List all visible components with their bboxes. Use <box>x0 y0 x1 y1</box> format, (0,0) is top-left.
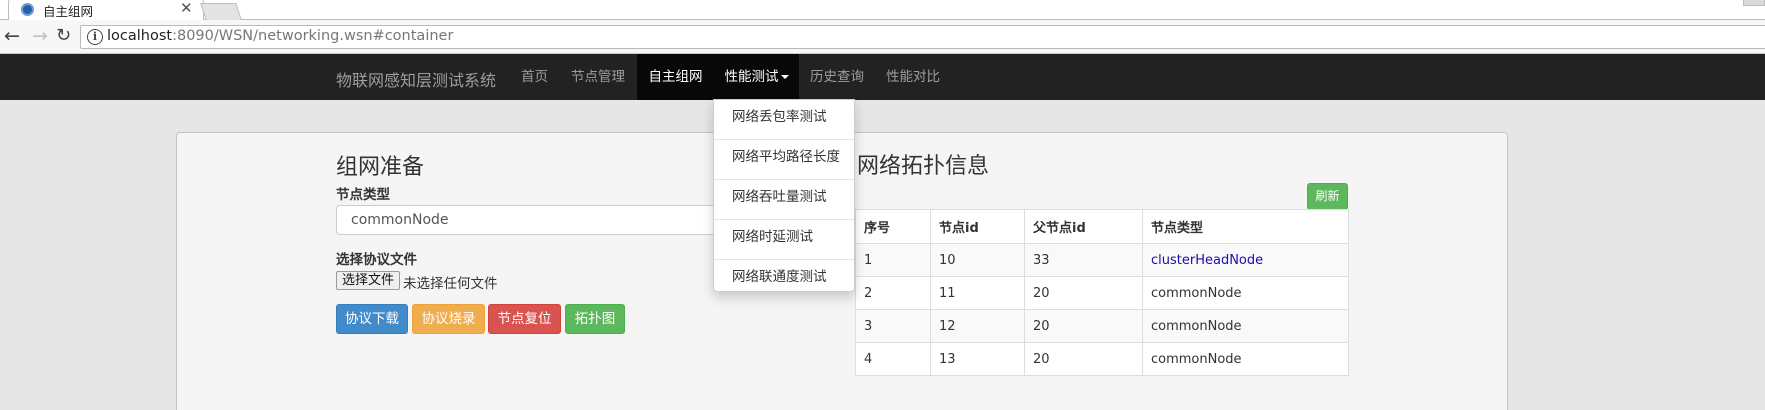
table-row: 2 11 20 commonNode <box>855 276 1349 310</box>
table-row: 3 12 20 commonNode <box>855 309 1349 343</box>
node-type-link[interactable]: clusterHeadNode <box>1142 243 1349 277</box>
table-cell: 20 <box>1024 309 1143 343</box>
table-cell: 3 <box>855 309 931 343</box>
col-header-node-id: 节点id <box>930 209 1025 244</box>
protocol-download-button[interactable]: 协议下载 <box>336 304 408 334</box>
table-cell: 20 <box>1024 342 1143 376</box>
favicon-icon <box>21 3 34 16</box>
topology-button[interactable]: 拓扑图 <box>565 304 625 334</box>
caret-down-icon <box>780 75 789 79</box>
table-row: 4 13 20 commonNode <box>855 342 1349 376</box>
table-header-row: 序号 节点id 父节点id 节点类型 <box>855 209 1349 244</box>
table-cell: 11 <box>930 276 1025 310</box>
table-cell: 20 <box>1024 276 1143 310</box>
choose-file-button[interactable]: 选择文件 <box>336 271 400 290</box>
url-host: localhost <box>107 28 173 44</box>
nav-item-home[interactable]: 首页 <box>512 54 557 100</box>
nav-item-history[interactable]: 历史查询 <box>801 54 873 100</box>
table-cell: 4 <box>855 342 931 376</box>
networking-prep-heading: 组网准备 <box>336 155 425 180</box>
tab-close-icon[interactable]: ✕ <box>180 0 193 17</box>
menu-item-packet-loss[interactable]: 网络丢包率测试 <box>714 100 854 140</box>
app-navbar: 物联网感知层测试系统 首页 节点管理 自主组网 性能测试 历史查询 性能对比 <box>0 54 1765 100</box>
table-cell: 1 <box>855 243 931 277</box>
browser-toolbar: ← → ↻ i localhost:8090/WSN/networking.ws… <box>0 20 1765 54</box>
back-icon[interactable]: ← <box>4 26 20 46</box>
info-icon[interactable]: i <box>87 29 103 45</box>
performance-test-dropdown: 网络丢包率测试 网络平均路径长度 网络吞吐量测试 网络时延测试 网络联通度测试 <box>713 99 855 292</box>
nav-item-node-management[interactable]: 节点管理 <box>563 54 633 100</box>
refresh-button[interactable]: 刷新 <box>1307 183 1348 210</box>
col-header-node-type: 节点类型 <box>1142 209 1349 244</box>
browser-tab[interactable]: 自主组网 ✕ <box>8 0 204 20</box>
forward-icon[interactable]: → <box>32 26 48 46</box>
url-path: :8090/WSN/networking.wsn#container <box>172 28 454 44</box>
col-header-parent-id: 父节点id <box>1024 209 1143 244</box>
menu-item-throughput[interactable]: 网络吞吐量测试 <box>714 180 854 220</box>
menu-item-latency[interactable]: 网络时延测试 <box>714 220 854 260</box>
brand-title[interactable]: 物联网感知层测试系统 <box>336 67 496 91</box>
node-type-input[interactable]: commonNode <box>336 205 716 235</box>
network-topology-heading: 网络拓扑信息 <box>857 154 990 179</box>
window-control[interactable] <box>1743 0 1765 6</box>
nav-item-performance-test-label: 性能测试 <box>724 69 779 85</box>
table-cell: commonNode <box>1142 342 1349 376</box>
table-cell: commonNode <box>1142 276 1349 310</box>
node-reset-button[interactable]: 节点复位 <box>488 304 561 334</box>
no-file-chosen-text: 未选择任何文件 <box>403 276 498 292</box>
protocol-file-label: 选择协议文件 <box>336 252 417 268</box>
topology-table: 序号 节点id 父节点id 节点类型 1 10 33 clusterHeadNo… <box>855 209 1349 376</box>
table-row: 1 10 33 clusterHeadNode <box>855 243 1349 277</box>
col-header-index: 序号 <box>855 209 931 244</box>
protocol-burn-button[interactable]: 协议烧录 <box>412 304 485 334</box>
table-cell: 2 <box>855 276 931 310</box>
table-cell: 33 <box>1024 243 1143 277</box>
browser-tab-strip: 自主组网 ✕ <box>0 0 1765 20</box>
nav-item-performance-compare[interactable]: 性能对比 <box>877 54 949 100</box>
table-cell: 10 <box>930 243 1025 277</box>
tab-title: 自主组网 <box>43 4 94 19</box>
table-cell: 13 <box>930 342 1025 376</box>
nav-item-self-networking[interactable]: 自主组网 <box>637 54 714 100</box>
menu-item-connectivity[interactable]: 网络联通度测试 <box>714 260 854 300</box>
nav-item-performance-test[interactable]: 性能测试 <box>714 54 799 100</box>
table-cell: commonNode <box>1142 309 1349 343</box>
url-text[interactable]: localhost:8090/WSN/networking.wsn#contai… <box>107 28 453 44</box>
table-cell: 12 <box>930 309 1025 343</box>
new-tab-button[interactable] <box>200 3 242 20</box>
reload-icon[interactable]: ↻ <box>56 26 71 46</box>
address-bar[interactable]: i localhost:8090/WSN/networking.wsn#cont… <box>80 25 1765 49</box>
node-type-label: 节点类型 <box>336 187 390 203</box>
menu-item-avg-path-length[interactable]: 网络平均路径长度 <box>714 140 854 180</box>
